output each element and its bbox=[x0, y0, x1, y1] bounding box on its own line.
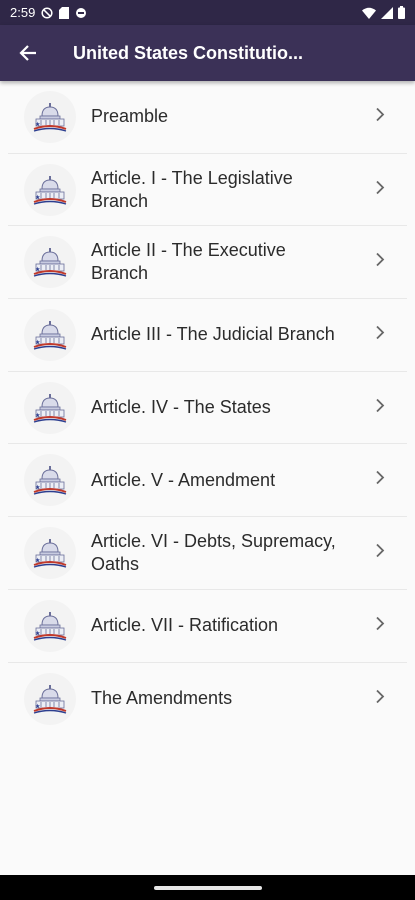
capitol-logo: ★ bbox=[24, 672, 76, 725]
arrow-left-icon bbox=[19, 44, 37, 62]
chevron-right-icon bbox=[375, 180, 385, 199]
chevron-right-icon bbox=[375, 325, 385, 344]
list-item-label: Article II - The Executive Branch bbox=[91, 240, 286, 284]
capitol-logo: ★ bbox=[24, 308, 76, 361]
chevron-right-icon bbox=[375, 398, 385, 417]
list-item-label: Article. VI - Debts, Supremacy, Oaths bbox=[91, 530, 336, 574]
svg-text:★: ★ bbox=[35, 630, 40, 637]
list-item-label: Article. V - Amendment bbox=[91, 469, 276, 490]
list-item[interactable]: ★ Preamble bbox=[8, 81, 407, 154]
chevron-right-icon bbox=[375, 543, 385, 562]
chevron-right-icon bbox=[375, 107, 385, 126]
capitol-logo: ★ bbox=[24, 381, 76, 434]
list-item[interactable]: ★ Article. VI - Debts, Supremacy, Oaths bbox=[8, 517, 407, 590]
chevron-right-icon bbox=[375, 616, 385, 635]
list-item[interactable]: ★ Article. I - The Legislative Branch bbox=[8, 154, 407, 227]
svg-text:★: ★ bbox=[35, 412, 40, 419]
app-bar: United States Constitutio... bbox=[0, 25, 415, 81]
navigation-bar bbox=[0, 875, 415, 900]
chevron-right-icon bbox=[375, 471, 385, 490]
list-item-label: Preamble bbox=[91, 106, 169, 127]
list-item[interactable]: ★ Article III - The Judicial Branch bbox=[8, 299, 407, 372]
svg-text:★: ★ bbox=[35, 121, 40, 128]
list-item[interactable]: ★ Article. VII - Ratification bbox=[8, 590, 407, 663]
status-bar: 2:59 bbox=[0, 0, 415, 25]
svg-text:★: ★ bbox=[35, 194, 40, 201]
svg-text:★: ★ bbox=[35, 339, 40, 346]
list-item-label: Article. I - The Legislative Branch bbox=[91, 167, 293, 211]
capitol-logo: ★ bbox=[24, 90, 76, 143]
list-item-label: The Amendments bbox=[91, 688, 233, 709]
capitol-logo: ★ bbox=[24, 526, 76, 579]
signal-icon bbox=[381, 6, 393, 19]
do-not-disturb-icon bbox=[41, 6, 53, 19]
svg-text:★: ★ bbox=[35, 266, 40, 273]
back-button[interactable] bbox=[0, 25, 56, 81]
svg-text:★: ★ bbox=[35, 484, 40, 491]
sd-card-icon bbox=[59, 6, 70, 19]
list-item-label: Article III - The Judicial Branch bbox=[91, 324, 335, 345]
capitol-logo: ★ bbox=[24, 454, 76, 507]
svg-text:★: ★ bbox=[35, 703, 40, 710]
articles-list: ★ Preamble ★ Article. I - The Legislativ… bbox=[0, 81, 415, 735]
capitol-logo: ★ bbox=[24, 236, 76, 289]
chevron-right-icon bbox=[375, 253, 385, 272]
wifi-icon bbox=[362, 7, 376, 19]
list-item[interactable]: ★ Article. V - Amendment bbox=[8, 444, 407, 518]
home-gesture-handle[interactable] bbox=[153, 885, 262, 890]
capitol-logo: ★ bbox=[24, 163, 76, 216]
capitol-logo: ★ bbox=[24, 599, 76, 652]
chevron-right-icon bbox=[375, 689, 385, 708]
circle-status-icon bbox=[75, 7, 87, 19]
list-item-label: Article. VII - Ratification bbox=[91, 615, 279, 636]
list-item-label: Article. IV - The States bbox=[91, 397, 271, 418]
battery-icon bbox=[398, 6, 405, 19]
list-item[interactable]: ★ Article. IV - The States bbox=[8, 372, 407, 445]
list-item[interactable]: ★ The Amendments bbox=[8, 663, 407, 736]
svg-text:★: ★ bbox=[35, 557, 40, 564]
page-title: United States Constitutio... bbox=[73, 42, 304, 63]
status-time: 2:59 bbox=[10, 5, 36, 20]
list-item[interactable]: ★ Article II - The Executive Branch bbox=[8, 226, 407, 300]
